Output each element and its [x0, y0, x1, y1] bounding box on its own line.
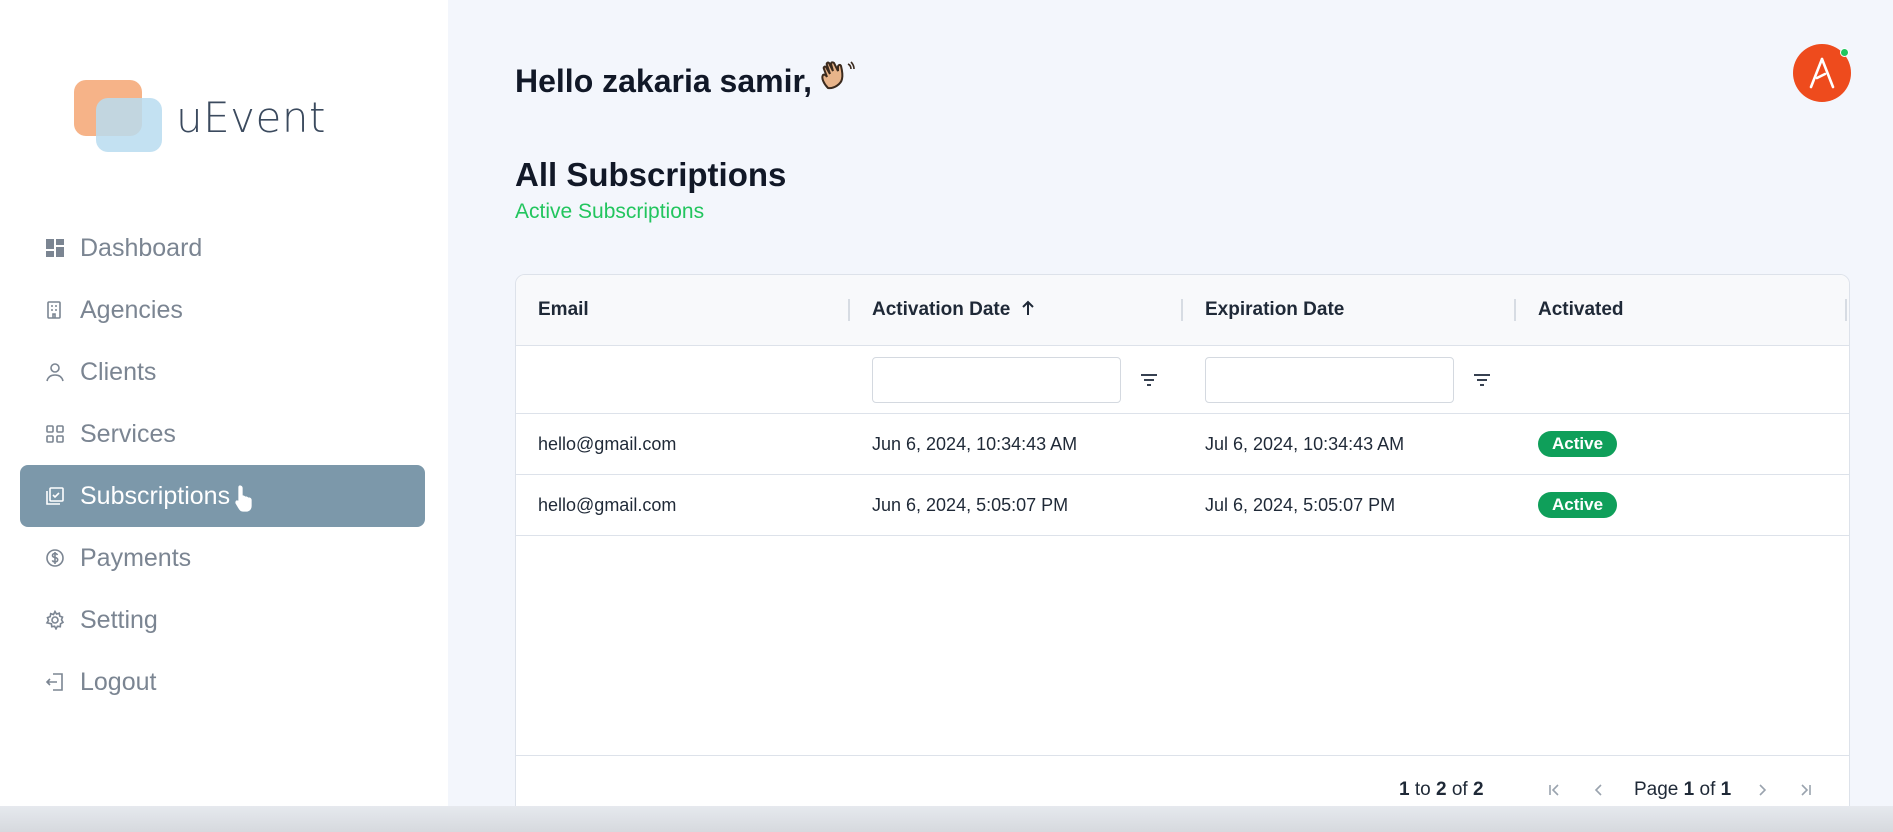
last-page-button[interactable]	[1798, 782, 1814, 798]
last-page-icon	[1801, 783, 1811, 796]
dollar-icon	[44, 547, 66, 569]
waving-hand-icon	[818, 58, 856, 104]
user-avatar[interactable]	[1793, 44, 1851, 102]
sidebar-item-dashboard[interactable]: Dashboard	[20, 217, 425, 279]
table-row[interactable]: hello@gmail.com Jun 6, 2024, 5:05:07 PM …	[516, 475, 1849, 536]
dashboard-icon	[44, 237, 66, 259]
user-icon	[44, 361, 66, 383]
agencies-icon	[44, 299, 66, 321]
column-resize-handle[interactable]	[1845, 299, 1847, 321]
app-logo[interactable]: uEvent	[74, 80, 326, 154]
sidebar-item-subscriptions[interactable]: Subscriptions	[20, 465, 425, 527]
logo-mark-icon	[74, 80, 164, 154]
sidebar-item-agencies[interactable]: Agencies	[20, 279, 425, 341]
gear-icon	[44, 609, 66, 631]
sidebar-item-label: Agencies	[80, 295, 183, 324]
first-page-icon	[1549, 783, 1559, 796]
chevron-right-icon	[1759, 783, 1767, 796]
page-title: All Subscriptions	[515, 156, 787, 193]
chevron-left-icon	[1594, 783, 1602, 796]
expiration-date-cell: Jul 6, 2024, 10:34:43 AM	[1205, 433, 1405, 454]
page-subtitle: Active Subscriptions	[515, 200, 705, 223]
column-resize-handle[interactable]	[848, 299, 850, 321]
sidebar-item-label: Subscriptions	[80, 481, 231, 510]
sidebar-item-logout[interactable]: Logout	[20, 651, 425, 713]
sidebar-item-label: Setting	[80, 605, 158, 634]
column-header-email[interactable]: Email	[538, 275, 848, 345]
sidebar: uEvent Dashboard Agencies Clients Servic…	[0, 0, 448, 832]
logout-icon	[44, 671, 66, 693]
sidebar-item-setting[interactable]: Setting	[20, 589, 425, 651]
sidebar-item-label: Payments	[80, 543, 192, 572]
email-cell: hello@gmail.com	[538, 494, 677, 515]
sidebar-item-label: Dashboard	[80, 233, 203, 262]
column-resize-handle[interactable]	[1514, 299, 1516, 321]
next-page-button[interactable]	[1754, 782, 1770, 798]
expiration-date-cell: Jul 6, 2024, 5:05:07 PM	[1205, 494, 1396, 515]
sidebar-item-services[interactable]: Services	[20, 403, 425, 465]
hand-cursor-icon	[234, 484, 256, 519]
sidebar-item-clients[interactable]: Clients	[20, 341, 425, 403]
online-status-dot	[1840, 48, 1849, 57]
greeting-text: Hello zakaria samir,	[515, 62, 813, 99]
filter-icon[interactable]	[1472, 372, 1492, 388]
window-bottom-edge	[0, 806, 1893, 832]
column-header-activation-date[interactable]: Activation Date	[872, 275, 1182, 345]
sort-ascending-icon[interactable]	[1020, 299, 1036, 322]
activation-date-filter	[872, 346, 1182, 413]
row-summary: 1 to 2 of 2	[1399, 778, 1484, 800]
page-indicator: Page 1 of 1	[1634, 778, 1732, 800]
column-header-expiration-date[interactable]: Expiration Date	[1205, 275, 1515, 345]
sidebar-item-payments[interactable]: Payments	[20, 527, 425, 589]
status-badge: Active	[1538, 431, 1618, 457]
first-page-button[interactable]	[1546, 782, 1562, 798]
activation-date-filter-input[interactable]	[872, 356, 1121, 403]
subscriptions-icon	[44, 485, 66, 507]
status-badge: Active	[1538, 492, 1618, 518]
column-header-activated[interactable]: Activated	[1538, 275, 1848, 345]
sidebar-item-label: Services	[80, 419, 176, 448]
activation-date-cell: Jun 6, 2024, 5:05:07 PM	[872, 494, 1069, 515]
table-header: Email Activation Date Expiration Date Ac…	[516, 275, 1849, 346]
sidebar-item-label: Clients	[80, 357, 157, 386]
column-resize-handle[interactable]	[1181, 299, 1183, 321]
previous-page-button[interactable]	[1591, 782, 1607, 798]
activation-date-cell: Jun 6, 2024, 10:34:43 AM	[872, 433, 1078, 454]
subscriptions-table: Email Activation Date Expiration Date Ac…	[515, 274, 1850, 824]
filter-icon[interactable]	[1139, 372, 1159, 388]
greeting: Hello zakaria samir,	[515, 58, 856, 104]
services-icon	[44, 423, 66, 445]
filter-row	[516, 346, 1849, 414]
expiration-date-filter-input[interactable]	[1205, 356, 1454, 403]
expiration-date-filter	[1205, 346, 1515, 413]
sidebar-item-label: Logout	[80, 667, 157, 696]
sidebar-nav: Dashboard Agencies Clients Services Subs…	[20, 217, 425, 713]
table-row[interactable]: hello@gmail.com Jun 6, 2024, 10:34:43 AM…	[516, 414, 1849, 475]
email-cell: hello@gmail.com	[538, 433, 677, 454]
avatar-logo-icon	[1809, 57, 1835, 89]
app-name: uEvent	[176, 92, 326, 142]
